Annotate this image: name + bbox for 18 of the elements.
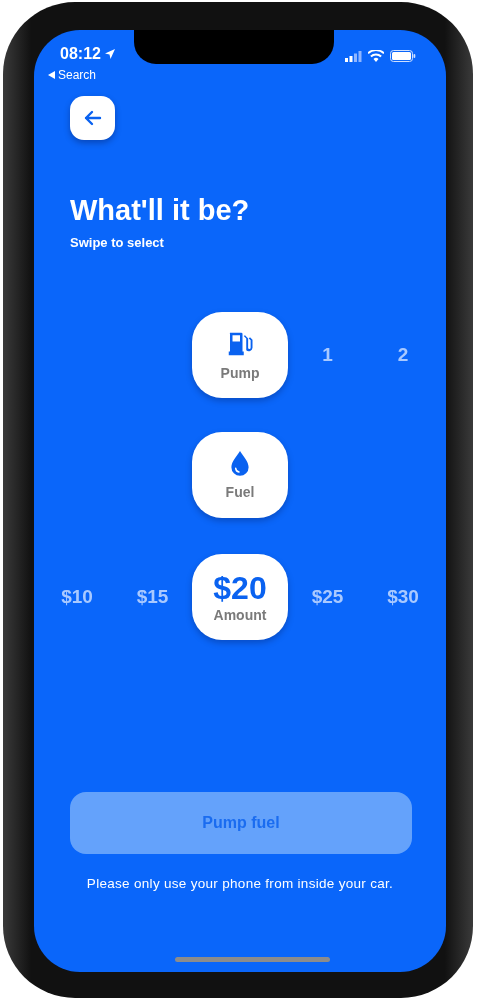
option-text[interactable]: $30	[387, 586, 419, 608]
selector-card[interactable]: Pump	[192, 312, 288, 398]
selector-card[interactable]: Fuel	[192, 432, 288, 518]
screen-subtitle: Swipe to select	[70, 235, 165, 250]
selector-label: Fuel	[225, 484, 255, 500]
option-text[interactable]: $15	[136, 586, 169, 608]
amount-value: $20	[213, 571, 267, 605]
footer-note: Please only use your phone from inside your car.	[85, 876, 395, 891]
selector-card[interactable]: $20 Amount	[192, 554, 288, 640]
back-link[interactable]: Search	[58, 68, 97, 82]
status-time: 08:12	[60, 45, 101, 63]
option-text[interactable]: 2	[397, 344, 409, 366]
option-text[interactable]: 1	[322, 344, 333, 366]
selector-label: Amount	[213, 607, 267, 623]
selector-label: Pump	[220, 365, 260, 381]
option-text[interactable]: $10	[61, 586, 93, 608]
screen-title: What'll it be?	[70, 193, 251, 228]
option-text[interactable]: $25	[311, 586, 344, 608]
